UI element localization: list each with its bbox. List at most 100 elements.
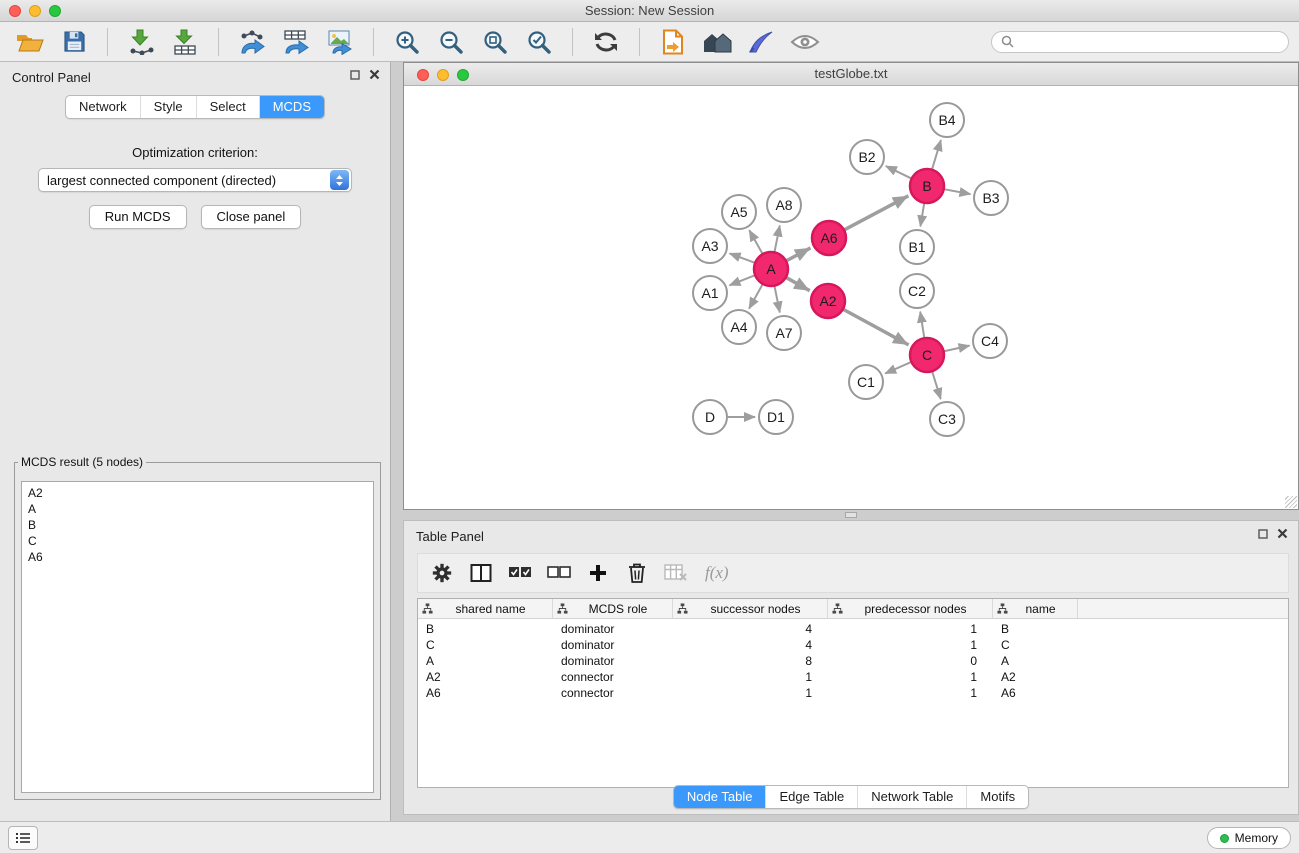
graph-node-A8[interactable]: A8 bbox=[767, 188, 801, 222]
float-table-panel-button[interactable] bbox=[1258, 529, 1268, 539]
column-header-predecessor-nodes[interactable]: predecessor nodes bbox=[828, 599, 993, 618]
table-cell[interactable]: dominator bbox=[553, 622, 673, 636]
graph-node-B3[interactable]: B3 bbox=[974, 181, 1008, 215]
table-cell[interactable]: A bbox=[993, 654, 1078, 668]
table-cell[interactable]: A6 bbox=[418, 686, 553, 700]
tab-network[interactable]: Network bbox=[66, 96, 140, 118]
memory-button[interactable]: Memory bbox=[1207, 827, 1291, 849]
save-button[interactable] bbox=[54, 25, 94, 59]
table-row[interactable]: Bdominator41B bbox=[418, 621, 1288, 637]
graph-node-C1[interactable]: C1 bbox=[849, 365, 883, 399]
graph-node-B2[interactable]: B2 bbox=[850, 140, 884, 174]
import-table-button[interactable] bbox=[165, 25, 205, 59]
edge-A-A7[interactable] bbox=[775, 287, 780, 313]
table-cell[interactable]: 1 bbox=[828, 670, 993, 684]
table-cell[interactable]: 8 bbox=[673, 654, 828, 668]
delete-table-button[interactable] bbox=[658, 557, 694, 589]
graph-node-A5[interactable]: A5 bbox=[722, 195, 756, 229]
tab-network-table[interactable]: Network Table bbox=[857, 786, 966, 808]
table-cell[interactable]: A2 bbox=[418, 670, 553, 684]
refresh-button[interactable] bbox=[586, 25, 626, 59]
resize-grip[interactable] bbox=[1285, 496, 1297, 508]
edge-B-B1[interactable] bbox=[920, 204, 924, 227]
eye-button[interactable] bbox=[785, 25, 825, 59]
search-input[interactable] bbox=[1019, 35, 1279, 49]
edge-A-A8[interactable] bbox=[775, 226, 780, 252]
close-panel-button[interactable]: Close panel bbox=[201, 205, 302, 229]
float-control-panel-button[interactable] bbox=[350, 70, 360, 80]
minimize-window-button[interactable] bbox=[29, 5, 41, 17]
deselect-all-button[interactable] bbox=[541, 557, 577, 589]
network-maximize-button[interactable] bbox=[457, 69, 469, 81]
export-table-button[interactable] bbox=[276, 25, 316, 59]
graph-node-A1[interactable]: A1 bbox=[693, 276, 727, 310]
edge-A-A3[interactable] bbox=[730, 253, 755, 262]
edge-A2-C[interactable] bbox=[844, 310, 909, 345]
edge-C-C4[interactable] bbox=[945, 346, 970, 352]
table-cell[interactable]: 4 bbox=[673, 638, 828, 652]
table-cell[interactable]: 1 bbox=[828, 638, 993, 652]
tab-select[interactable]: Select bbox=[196, 96, 259, 118]
table-row[interactable]: A2connector11A2 bbox=[418, 669, 1288, 685]
export-image-button[interactable] bbox=[320, 25, 360, 59]
table-cell[interactable]: 0 bbox=[828, 654, 993, 668]
function-builder-button[interactable]: f(x) bbox=[697, 557, 737, 589]
zoom-selected-button[interactable] bbox=[519, 25, 559, 59]
edge-A6-B[interactable] bbox=[845, 196, 909, 230]
table-row[interactable]: A6connector11A6 bbox=[418, 685, 1288, 701]
graph-node-D1[interactable]: D1 bbox=[759, 400, 793, 434]
edge-C-C3[interactable] bbox=[932, 372, 940, 399]
graph-node-A2[interactable]: A2 bbox=[811, 284, 845, 318]
network-canvas[interactable]: AA1A2A3A4A5A6A7A8BB1B2B3B4CC1C2C3C4DD1 bbox=[404, 86, 1298, 509]
mcds-result-item[interactable]: A bbox=[28, 501, 367, 517]
graph-node-A4[interactable]: A4 bbox=[722, 310, 756, 344]
graph-node-B4[interactable]: B4 bbox=[930, 103, 964, 137]
tab-style[interactable]: Style bbox=[140, 96, 196, 118]
table-cell[interactable]: 1 bbox=[673, 686, 828, 700]
mcds-result-item[interactable]: A6 bbox=[28, 549, 367, 565]
table-cell[interactable]: B bbox=[993, 622, 1078, 636]
graph-node-C2[interactable]: C2 bbox=[900, 274, 934, 308]
first-neighbors-button[interactable] bbox=[653, 25, 693, 59]
panels-menu-button[interactable] bbox=[8, 826, 38, 850]
edge-A-A2[interactable] bbox=[787, 278, 810, 291]
open-folder-button[interactable] bbox=[10, 25, 50, 59]
zoom-out-button[interactable] bbox=[431, 25, 471, 59]
edge-A-A4[interactable] bbox=[749, 285, 762, 309]
fullscreen-window-button[interactable] bbox=[49, 5, 61, 17]
mcds-result-list[interactable]: A2ABCA6 bbox=[21, 481, 374, 793]
edge-A-A5[interactable] bbox=[749, 230, 762, 253]
table-row[interactable]: Cdominator41C bbox=[418, 637, 1288, 653]
mcds-result-item[interactable]: C bbox=[28, 533, 367, 549]
table-cell[interactable]: connector bbox=[553, 686, 673, 700]
split-columns-button[interactable] bbox=[463, 557, 499, 589]
add-button[interactable] bbox=[580, 557, 616, 589]
graph-node-D[interactable]: D bbox=[693, 400, 727, 434]
edge-B-B3[interactable] bbox=[945, 189, 971, 194]
splitter-handle[interactable] bbox=[845, 512, 857, 518]
import-network-button[interactable] bbox=[121, 25, 161, 59]
close-control-panel-button[interactable] bbox=[369, 69, 380, 80]
edge-B-B4[interactable] bbox=[932, 140, 941, 169]
column-header-successor-nodes[interactable]: successor nodes bbox=[673, 599, 828, 618]
graph-node-C3[interactable]: C3 bbox=[930, 402, 964, 436]
tab-motifs[interactable]: Motifs bbox=[966, 786, 1028, 808]
graph-node-A3[interactable]: A3 bbox=[693, 229, 727, 263]
tab-node-table[interactable]: Node Table bbox=[674, 786, 766, 808]
graph-node-B1[interactable]: B1 bbox=[900, 230, 934, 264]
edge-A-A6[interactable] bbox=[787, 248, 811, 261]
zoom-fit-button[interactable] bbox=[475, 25, 515, 59]
table-row[interactable]: Adominator80A bbox=[418, 653, 1288, 669]
column-header-mcds-role[interactable]: MCDS role bbox=[553, 599, 673, 618]
table-cell[interactable]: A6 bbox=[993, 686, 1078, 700]
export-network-button[interactable] bbox=[232, 25, 272, 59]
graph-node-A6[interactable]: A6 bbox=[812, 221, 846, 255]
search-field[interactable] bbox=[991, 31, 1289, 53]
graph-node-C4[interactable]: C4 bbox=[973, 324, 1007, 358]
mcds-result-item[interactable]: B bbox=[28, 517, 367, 533]
table-cell[interactable]: A2 bbox=[993, 670, 1078, 684]
table-cell[interactable]: C bbox=[418, 638, 553, 652]
graph-node-A[interactable]: A bbox=[754, 252, 788, 286]
edge-C-C2[interactable] bbox=[920, 312, 924, 338]
criterion-dropdown[interactable]: largest connected component (directed) bbox=[38, 168, 352, 192]
